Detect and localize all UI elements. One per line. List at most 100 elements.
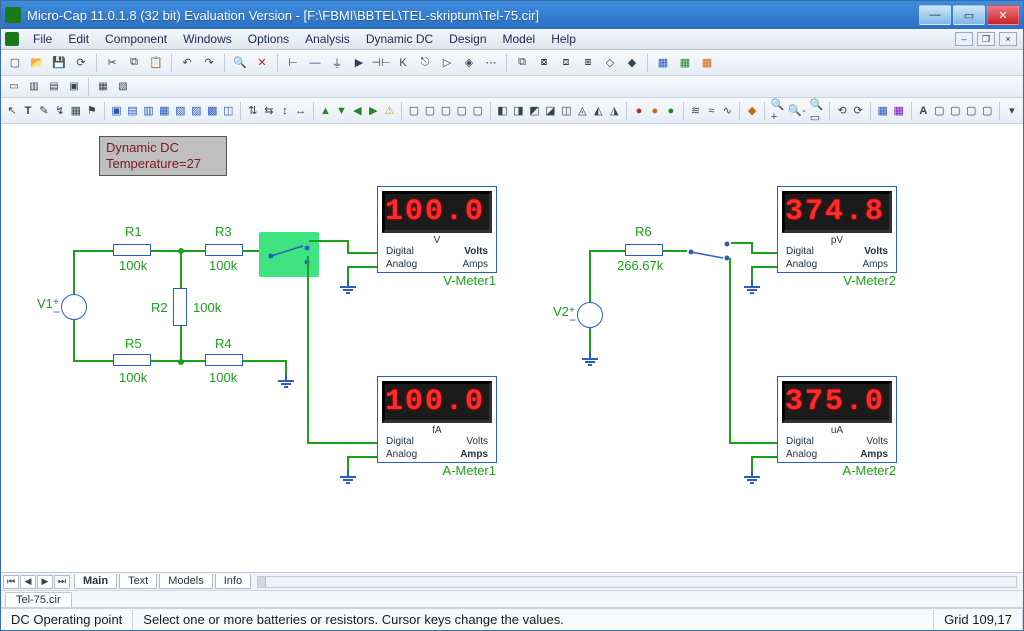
sc-29[interactable]: ◭ xyxy=(591,101,605,121)
tool-opamp[interactable]: ▷ xyxy=(437,53,457,73)
copy-button[interactable]: ⧉ xyxy=(124,53,144,73)
sheet-nav-last[interactable]: ⏭ xyxy=(54,575,70,589)
sc-8[interactable]: ◫ xyxy=(221,101,235,121)
component-r5[interactable] xyxy=(113,354,151,366)
sc-21[interactable]: ▢ xyxy=(455,101,469,121)
mode-5[interactable]: ◇ xyxy=(600,53,620,73)
view-5[interactable]: ▦ xyxy=(94,78,112,96)
file-tab[interactable]: Tel-75.cir xyxy=(5,592,72,607)
sc-16[interactable]: ▶ xyxy=(366,101,380,121)
sc-34[interactable]: ≋ xyxy=(688,101,702,121)
view-1[interactable]: ▭ xyxy=(5,78,23,96)
zoom-in-button[interactable]: 🔍+ xyxy=(770,101,786,121)
simulation-info-box[interactable]: Dynamic DC Temperature=27 xyxy=(99,136,227,176)
component-r6[interactable] xyxy=(625,244,663,256)
sc-33[interactable]: ● xyxy=(664,101,678,121)
sc-22[interactable]: ▢ xyxy=(471,101,485,121)
sc-25[interactable]: ◩ xyxy=(527,101,541,121)
tool-wire[interactable]: — xyxy=(305,53,325,73)
sc-19[interactable]: ▢ xyxy=(423,101,437,121)
sc-14[interactable]: ▼ xyxy=(334,101,348,121)
sc-41[interactable]: ▦ xyxy=(892,101,906,121)
sc-18[interactable]: ▢ xyxy=(407,101,421,121)
layer-1[interactable]: ▦ xyxy=(653,53,673,73)
tool-ground[interactable]: ⏚ xyxy=(327,53,347,73)
meter-ameter2[interactable]: 375.0 uA DigitalVolts AnalogAmps A-Meter… xyxy=(777,376,897,463)
component-r1[interactable] xyxy=(113,244,151,256)
mode-2[interactable]: ⧇ xyxy=(534,53,554,73)
view-6[interactable]: ▧ xyxy=(114,78,132,96)
cut-button[interactable]: ✂ xyxy=(102,53,122,73)
sc-1[interactable]: ▣ xyxy=(109,101,123,121)
view-3[interactable]: ▤ xyxy=(45,78,63,96)
sc-5[interactable]: ▧ xyxy=(173,101,187,121)
sc-12[interactable]: ↔ xyxy=(294,101,308,121)
mode-4[interactable]: ⧆ xyxy=(578,53,598,73)
sc-32[interactable]: ● xyxy=(648,101,662,121)
sheet-nav-prev[interactable]: ◀ xyxy=(20,575,36,589)
sc-42[interactable]: A xyxy=(916,101,930,121)
minimize-button[interactable]: — xyxy=(919,5,951,25)
sc-46[interactable]: ▢ xyxy=(980,101,994,121)
paste-button[interactable]: 📋 xyxy=(146,53,166,73)
sheet-tab-main[interactable]: Main xyxy=(74,574,117,589)
sc-28[interactable]: ◬ xyxy=(575,101,589,121)
sc-9[interactable]: ⇅ xyxy=(246,101,260,121)
mdi-minimize-button[interactable]: – xyxy=(955,32,973,46)
view-2[interactable]: ▥ xyxy=(25,78,43,96)
menu-analysis[interactable]: Analysis xyxy=(297,30,358,48)
menu-dynamic-dc[interactable]: Dynamic DC xyxy=(358,30,441,48)
open-button[interactable]: 📂 xyxy=(27,53,47,73)
component-v1[interactable]: +− xyxy=(61,294,87,320)
toolbar-overflow[interactable]: ▾ xyxy=(1005,101,1019,121)
layer-3[interactable]: ▦ xyxy=(697,53,717,73)
sc-15[interactable]: ◀ xyxy=(350,101,364,121)
arrow-tool[interactable]: ↖ xyxy=(5,101,19,121)
sc-35[interactable]: ≈ xyxy=(704,101,718,121)
sc-17[interactable]: ⚠ xyxy=(382,101,396,121)
meter-vmeter1[interactable]: 100.0 V DigitalVolts AnalogAmps V-Meter1 xyxy=(377,186,497,273)
tool-npn[interactable]: K xyxy=(393,53,413,73)
meter-vmeter2[interactable]: 374.8 pV DigitalVolts AnalogAmps V-Meter… xyxy=(777,186,897,273)
menu-options[interactable]: Options xyxy=(240,30,297,48)
text-tool[interactable]: T xyxy=(21,101,35,121)
maximize-button[interactable]: ▭ xyxy=(953,5,985,25)
zoom-area-button[interactable]: 🔍▭ xyxy=(809,101,825,121)
menu-design[interactable]: Design xyxy=(441,30,494,48)
mode-6[interactable]: ◆ xyxy=(622,53,642,73)
meter-ameter1[interactable]: 100.0 fA DigitalVolts AnalogAmps A-Meter… xyxy=(377,376,497,463)
sc-37[interactable]: ◆ xyxy=(745,101,759,121)
sc-10[interactable]: ⇆ xyxy=(262,101,276,121)
mdi-close-button[interactable]: × xyxy=(999,32,1017,46)
menu-edit[interactable]: Edit xyxy=(60,30,97,48)
mode-1[interactable]: ⧉ xyxy=(512,53,532,73)
new-button[interactable]: ▢ xyxy=(5,53,25,73)
component-r2[interactable] xyxy=(173,288,187,326)
save-button[interactable]: 💾 xyxy=(49,53,69,73)
view-4[interactable]: ▣ xyxy=(65,78,83,96)
bus-tool[interactable]: ↯ xyxy=(53,101,67,121)
sc-36[interactable]: ∿ xyxy=(720,101,734,121)
component-switch-2[interactable] xyxy=(687,236,731,267)
sc-30[interactable]: ◮ xyxy=(607,101,621,121)
sheet-tab-models[interactable]: Models xyxy=(159,574,212,589)
component-r3[interactable] xyxy=(205,244,243,256)
menu-model[interactable]: Model xyxy=(495,30,544,48)
tool-cap[interactable]: ⊣⊢ xyxy=(371,53,391,73)
undo-button[interactable]: ↶ xyxy=(177,53,197,73)
reload-button[interactable]: ⟳ xyxy=(71,53,91,73)
tool-more[interactable]: ⋯ xyxy=(481,53,501,73)
menu-component[interactable]: Component xyxy=(97,30,175,48)
component-v2[interactable]: +− xyxy=(577,302,603,328)
sc-6[interactable]: ▨ xyxy=(189,101,203,121)
redo-button[interactable]: ↷ xyxy=(199,53,219,73)
flag-tool[interactable]: ⚑ xyxy=(85,101,99,121)
sc-2[interactable]: ▤ xyxy=(125,101,139,121)
close-button[interactable]: ✕ xyxy=(987,5,1019,25)
mdi-restore-button[interactable]: ❐ xyxy=(977,32,995,46)
sheet-nav-first[interactable]: ⏮ xyxy=(3,575,19,589)
menu-help[interactable]: Help xyxy=(543,30,584,48)
sheet-nav-next[interactable]: ▶ xyxy=(37,575,53,589)
menu-file[interactable]: File xyxy=(25,30,60,48)
tool-resistor[interactable]: ⊢ xyxy=(283,53,303,73)
